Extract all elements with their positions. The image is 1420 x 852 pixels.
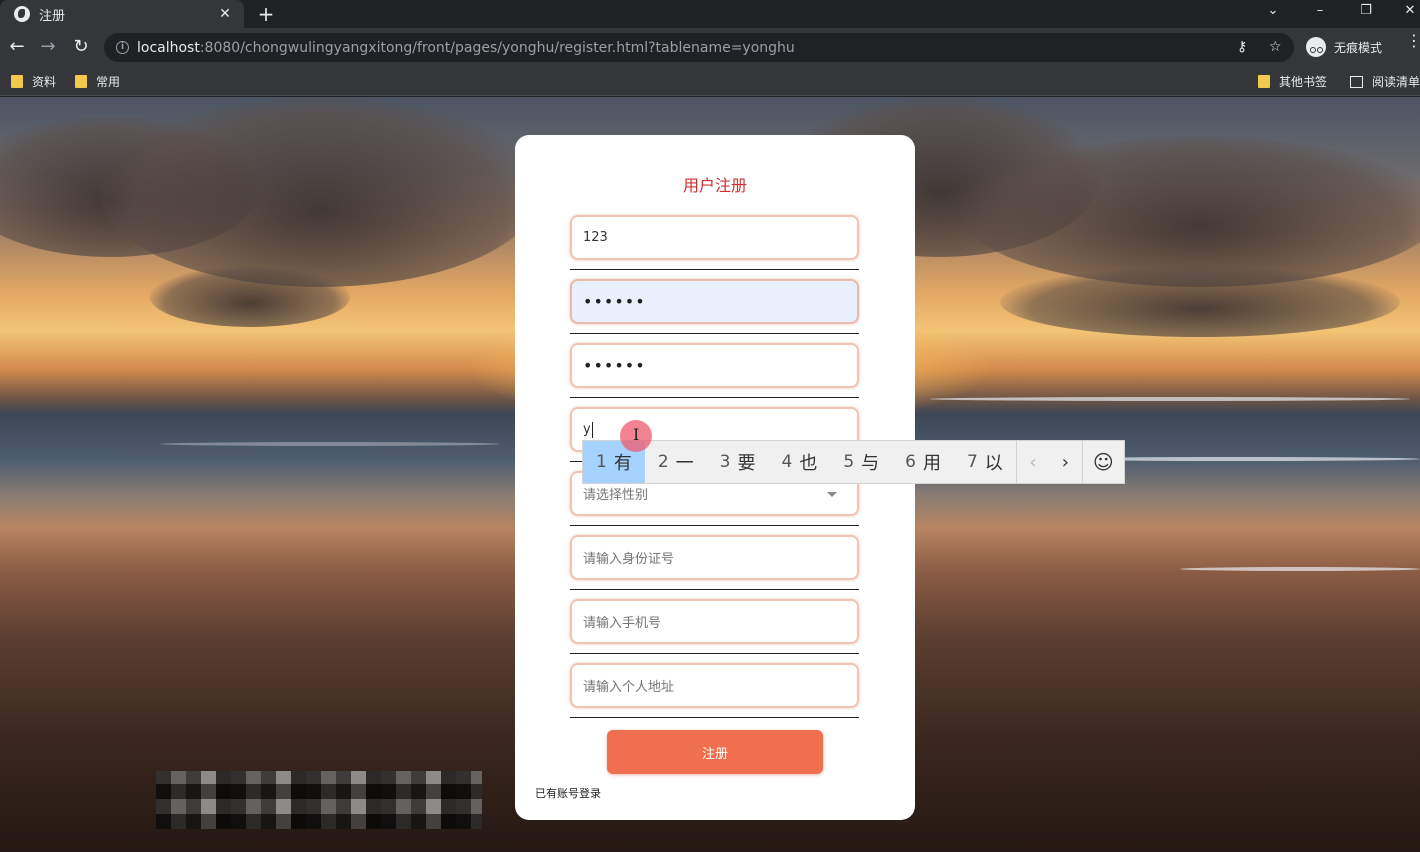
browser-toolbar: ← → ↻ i localhost:8080/chongwulingyangxi…: [0, 28, 1420, 66]
folder-icon: [75, 75, 87, 88]
register-button[interactable]: 注册: [607, 730, 823, 774]
address-input[interactable]: 请输入个人地址: [570, 663, 859, 708]
divider: [570, 397, 859, 398]
divider: [570, 269, 859, 270]
folder-icon: [11, 75, 23, 88]
login-link[interactable]: 已有账号登录: [535, 785, 601, 801]
folder-icon: [1258, 75, 1270, 88]
chevron-down-icon[interactable]: ⌄: [1258, 3, 1288, 18]
key-icon[interactable]: ⚷: [1237, 39, 1247, 55]
idcard-input[interactable]: 请输入身份证号: [570, 535, 859, 580]
tab-strip: 注册 ✕ + ⌄ – ❐ ✕: [0, 0, 1420, 28]
menu-icon[interactable]: ⋮: [1406, 33, 1420, 49]
incognito-icon: [1306, 37, 1326, 57]
reading-list[interactable]: 阅读清单: [1350, 73, 1420, 90]
bookmarks-bar: 资料 常用 其他书签 阅读清单: [0, 66, 1420, 96]
close-icon[interactable]: ✕: [216, 6, 234, 22]
divider: [570, 525, 859, 526]
ibeam-cursor-icon: I: [633, 425, 640, 444]
pixelated-watermark: [156, 771, 482, 829]
password-input[interactable]: ••••••: [570, 279, 859, 324]
chevron-down-icon: [827, 492, 837, 497]
ime-candidate[interactable]: 5与: [830, 441, 892, 483]
ime-candidate[interactable]: 2一: [645, 441, 707, 483]
emoji-icon[interactable]: ☺: [1083, 441, 1124, 483]
close-window-button[interactable]: ✕: [1395, 3, 1420, 18]
ime-candidate[interactable]: 7以: [954, 441, 1016, 483]
tab-title: 注册: [39, 8, 66, 24]
divider: [570, 333, 859, 334]
divider: [570, 589, 859, 590]
page-viewport: 用户注册 123 •••••• •••••• y 请选择性别 请输入身份证号 请…: [0, 97, 1420, 852]
bookmark-folder-ziliao[interactable]: 资料: [11, 73, 56, 90]
tab-register[interactable]: 注册 ✕: [0, 0, 244, 28]
ime-candidate[interactable]: 4也: [768, 441, 830, 483]
new-tab-button[interactable]: +: [254, 2, 278, 26]
bookmark-folder-other[interactable]: 其他书签: [1258, 73, 1327, 90]
ime-next-page-icon[interactable]: ›: [1049, 441, 1081, 483]
url-text: localhost:8080/chongwulingyangxitong/fro…: [137, 39, 795, 56]
ime-candidate[interactable]: 3要: [707, 441, 769, 483]
phone-input[interactable]: 请输入手机号: [570, 599, 859, 644]
restore-button[interactable]: ❐: [1351, 3, 1381, 18]
divider: [570, 653, 859, 654]
incognito-label: 无痕模式: [1334, 40, 1383, 55]
star-icon[interactable]: ☆: [1269, 39, 1282, 55]
globe-icon: [14, 6, 30, 22]
confirm-password-input[interactable]: ••••••: [570, 343, 859, 388]
info-icon[interactable]: i: [116, 41, 129, 54]
ime-candidate-bar: 1有 2一 3要 4也 5与 6用 7以 ‹ › ☺: [582, 440, 1125, 484]
incognito-indicator[interactable]: 无痕模式: [1306, 36, 1382, 58]
bookmark-folder-changyong[interactable]: 常用: [75, 73, 120, 90]
address-bar[interactable]: i localhost:8080/chongwulingyangxitong/f…: [104, 33, 1294, 62]
page-title: 用户注册: [682, 176, 747, 195]
reload-icon[interactable]: ↻: [69, 35, 93, 59]
divider: [570, 717, 859, 718]
ime-prev-page-icon[interactable]: ‹: [1017, 441, 1049, 483]
forward-arrow-icon[interactable]: →: [36, 35, 60, 59]
ime-candidate[interactable]: 6用: [892, 441, 954, 483]
back-arrow-icon[interactable]: ←: [5, 35, 29, 59]
text-caret: [591, 421, 593, 438]
username-input[interactable]: 123: [570, 215, 859, 260]
minimize-button[interactable]: –: [1305, 3, 1335, 18]
reading-list-icon: [1350, 75, 1363, 88]
